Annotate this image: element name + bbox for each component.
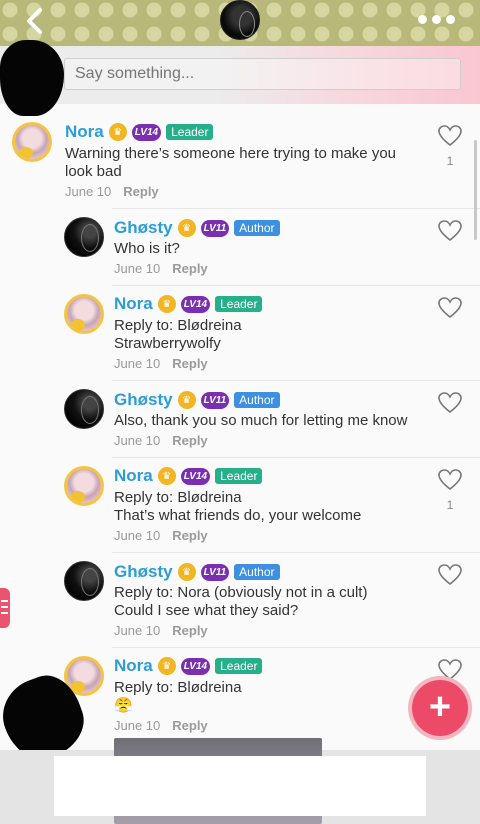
avatar[interactable] — [64, 389, 104, 429]
avatar[interactable] — [64, 466, 104, 506]
role-badge: Author — [234, 392, 280, 408]
heart-icon[interactable] — [437, 296, 463, 320]
level-badge: LV11 — [200, 391, 230, 409]
plus-icon[interactable]: + — [412, 680, 468, 736]
level-badge: LV14 — [131, 123, 162, 141]
comment-date: June 10 — [114, 261, 161, 276]
level-badge: LV11 — [200, 219, 230, 237]
reply-button[interactable]: Reply — [172, 718, 207, 733]
role-badge: Author — [234, 220, 280, 236]
author-name[interactable]: Ghøsty — [114, 562, 173, 582]
comment-text-line: Reply to: Blødreina — [114, 317, 242, 334]
role-badge: Leader — [215, 296, 263, 312]
avatar[interactable] — [64, 561, 104, 601]
redaction-scribble — [0, 40, 64, 116]
reply-button[interactable]: Reply — [172, 356, 207, 371]
comment-text-line: Warning there’s someone here trying to m… — [65, 145, 397, 162]
avatar[interactable] — [64, 217, 104, 257]
comment-text-emoji: 😤 — [114, 697, 133, 714]
comment-text-line: Could I see what they said? — [114, 602, 299, 619]
chevron-left-icon[interactable] — [20, 6, 50, 36]
comment-date: June 10 — [114, 433, 161, 448]
reply-button[interactable]: Reply — [172, 433, 207, 448]
divider — [112, 457, 480, 458]
avatar[interactable] — [12, 122, 52, 162]
comment-text-line: Reply to: Blødreina — [114, 489, 242, 506]
chat-avatar[interactable] — [220, 0, 260, 40]
heart-icon[interactable] — [437, 219, 463, 243]
role-badge: Author — [234, 564, 280, 580]
say-something-input[interactable] — [64, 58, 461, 90]
heart-icon[interactable] — [437, 563, 463, 587]
crown-icon: ♛ — [177, 563, 196, 581]
author-name[interactable]: Nora — [114, 466, 153, 486]
reply-button[interactable]: Reply — [123, 184, 158, 199]
comment-date: June 10 — [114, 718, 161, 733]
divider — [112, 208, 480, 209]
comment-text-line: look bad — [65, 163, 122, 180]
crown-icon: ♛ — [177, 391, 196, 409]
comment-text-line: That’s what friends do, your welcome — [114, 507, 362, 524]
divider — [112, 647, 480, 648]
reply-button[interactable]: Reply — [172, 623, 207, 638]
comment-text-line: Who is it? — [114, 240, 180, 257]
reply-button[interactable]: Reply — [172, 261, 207, 276]
level-badge: LV14 — [180, 467, 211, 485]
crown-icon: ♛ — [177, 219, 196, 237]
reply-button[interactable]: Reply — [172, 528, 207, 543]
comment-text-line: Also, thank you so much for letting me k… — [114, 412, 408, 429]
crown-icon: ♛ — [157, 657, 176, 675]
author-name[interactable]: Nora — [65, 122, 104, 142]
comment-date: June 10 — [114, 528, 161, 543]
divider — [112, 285, 480, 286]
author-name[interactable]: Ghøsty — [114, 390, 173, 410]
crown-icon: ♛ — [157, 467, 176, 485]
attachment-overlay — [54, 756, 426, 816]
ellipsis-icon[interactable] — [418, 8, 460, 30]
avatar[interactable] — [64, 294, 104, 334]
role-badge: Leader — [215, 658, 263, 674]
level-badge: LV14 — [180, 657, 211, 675]
comment-text-line: Reply to: Nora (obviously not in a cult) — [114, 584, 368, 601]
role-badge: Leader — [166, 124, 214, 140]
divider — [112, 380, 480, 381]
like-count: 1 — [446, 154, 454, 168]
author-name[interactable]: Nora — [114, 656, 153, 676]
top-bar — [0, 0, 480, 46]
scrollbar[interactable] — [474, 140, 477, 240]
comment-text-line: Strawberrywolfy — [114, 335, 221, 352]
crown-icon: ♛ — [157, 295, 176, 313]
author-name[interactable]: Ghøsty — [114, 218, 173, 238]
comment-date: June 10 — [114, 623, 161, 638]
role-badge: Leader — [215, 468, 263, 484]
author-name[interactable]: Nora — [114, 294, 153, 314]
comment-date: June 10 — [65, 184, 112, 199]
level-badge: LV14 — [180, 295, 211, 313]
divider — [112, 552, 480, 553]
comment-text-line: Reply to: Blødreina — [114, 679, 242, 696]
heart-icon[interactable] — [437, 468, 463, 492]
heart-icon[interactable] — [437, 391, 463, 415]
level-badge: LV11 — [200, 563, 230, 581]
heart-icon[interactable] — [437, 124, 463, 148]
like-count: 1 — [446, 498, 454, 512]
crown-icon: ♛ — [108, 123, 127, 141]
comment-date: June 10 — [114, 356, 161, 371]
heart-icon[interactable] — [437, 658, 463, 682]
side-menu-tab[interactable] — [0, 588, 10, 628]
